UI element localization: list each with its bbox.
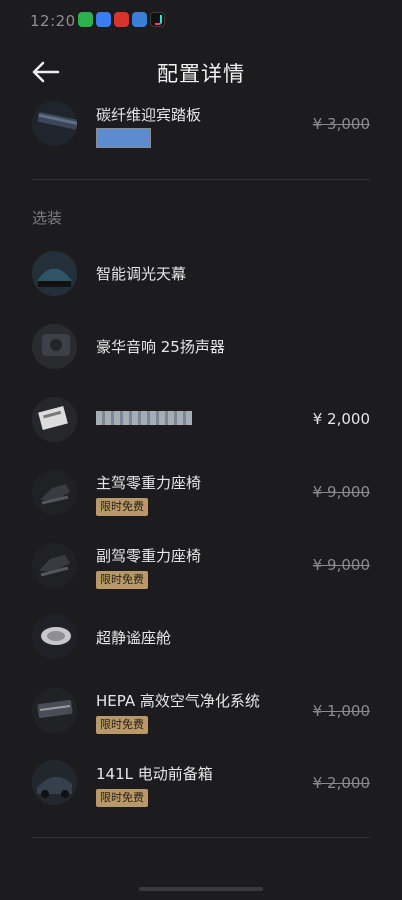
- speaker-image: [32, 324, 77, 369]
- option-item-smart-sunroof[interactable]: 智能调光天幕: [0, 251, 402, 315]
- carbon-sill-image: [32, 101, 77, 146]
- item-name: 141L 电动前备箱: [96, 765, 213, 783]
- sunroof-thumbnail: [32, 251, 77, 296]
- item-name: 豪华音响 25扬声器: [96, 338, 225, 356]
- tiktok-icon: [150, 12, 165, 27]
- option-item-electric-frunk[interactable]: 141L 电动前备箱 限时免费 ¥ 2,000: [0, 760, 402, 824]
- frunk-thumbnail: [32, 760, 77, 805]
- passenger-seat-thumbnail: [32, 543, 77, 588]
- driver-seat-thumbnail: [32, 470, 77, 515]
- cabin-image: [32, 614, 77, 659]
- tool-icon: [132, 12, 147, 27]
- page-title: 配置详情: [157, 62, 245, 86]
- option-item-hepa-air-purifier[interactable]: HEPA 高效空气净化系统 限时免费 ¥ 1,000: [0, 688, 402, 752]
- status-bar: 12:20: [0, 0, 402, 40]
- limited-free-badge: 限时免费: [96, 571, 148, 589]
- air-filter-image: [32, 688, 77, 733]
- item-price: ¥ 1,000: [312, 702, 370, 720]
- wechat-icon: [78, 12, 93, 27]
- option-item-premium-audio[interactable]: 豪华音响 25扬声器: [0, 324, 402, 388]
- item-name: 碳纤维迎宾踏板: [96, 106, 202, 124]
- alipay-icon: [96, 12, 111, 27]
- option-item-obscured[interactable]: ¥ 2,000: [0, 397, 402, 461]
- divider: [32, 837, 370, 838]
- item-name: 超静谧座舱: [96, 629, 172, 647]
- option-item-driver-zero-gravity-seat[interactable]: 主驾零重力座椅 限时免费 ¥ 9,000: [0, 470, 402, 534]
- divider: [32, 179, 370, 180]
- quiet-cabin-thumbnail: [32, 614, 77, 659]
- page-header: 配置详情: [0, 52, 402, 92]
- home-indicator[interactable]: [139, 887, 263, 891]
- obscured-thumbnail: [32, 397, 77, 442]
- item-price: ¥ 9,000: [312, 556, 370, 574]
- carbon-sill-thumbnail: [32, 101, 77, 146]
- item-price: ¥ 2,000: [312, 410, 370, 428]
- item-price: ¥ 2,000: [312, 774, 370, 792]
- device-image: [32, 397, 77, 442]
- item-name: 副驾零重力座椅: [96, 547, 202, 565]
- item-price: ¥ 9,000: [312, 483, 370, 501]
- item-name: 智能调光天幕: [96, 265, 187, 283]
- section-label-options: 选装: [32, 209, 63, 227]
- hepa-thumbnail: [32, 688, 77, 733]
- limited-free-badge: 限时免费: [96, 716, 148, 734]
- status-app-icons: [78, 12, 165, 27]
- seat-image: [32, 543, 77, 588]
- status-time: 12:20: [30, 12, 76, 30]
- news-icon: [114, 12, 129, 27]
- option-item-quiet-cabin[interactable]: 超静谧座舱: [0, 614, 402, 678]
- limited-free-badge: 限时免费: [96, 789, 148, 807]
- item-name: HEPA 高效空气净化系统: [96, 692, 260, 710]
- audio-thumbnail: [32, 324, 77, 369]
- color-swatch: [96, 128, 151, 148]
- seat-image: [32, 470, 77, 515]
- standard-item-row[interactable]: 碳纤维迎宾踏板 ¥ 3,000: [0, 101, 402, 165]
- limited-free-badge: 限时免费: [96, 498, 148, 516]
- item-price: ¥ 3,000: [312, 115, 370, 133]
- option-item-passenger-zero-gravity-seat[interactable]: 副驾零重力座椅 限时免费 ¥ 9,000: [0, 543, 402, 607]
- sunroof-image: [32, 251, 77, 296]
- frunk-image: [32, 760, 77, 805]
- redacted-item-name: [96, 411, 192, 425]
- item-name: 主驾零重力座椅: [96, 474, 202, 492]
